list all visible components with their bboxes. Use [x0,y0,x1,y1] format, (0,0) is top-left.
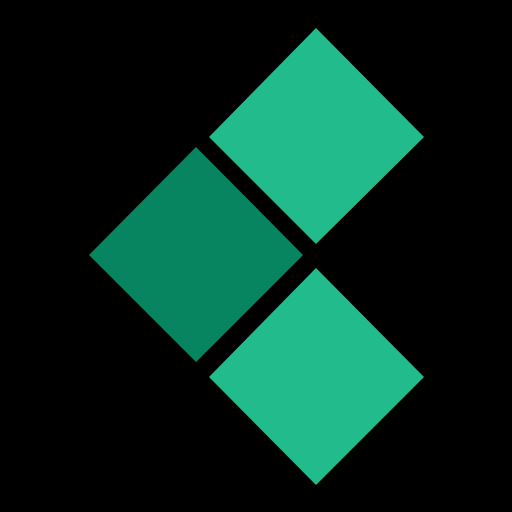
three-diamond-logo-icon [89,28,424,485]
logo-canvas [0,0,512,512]
